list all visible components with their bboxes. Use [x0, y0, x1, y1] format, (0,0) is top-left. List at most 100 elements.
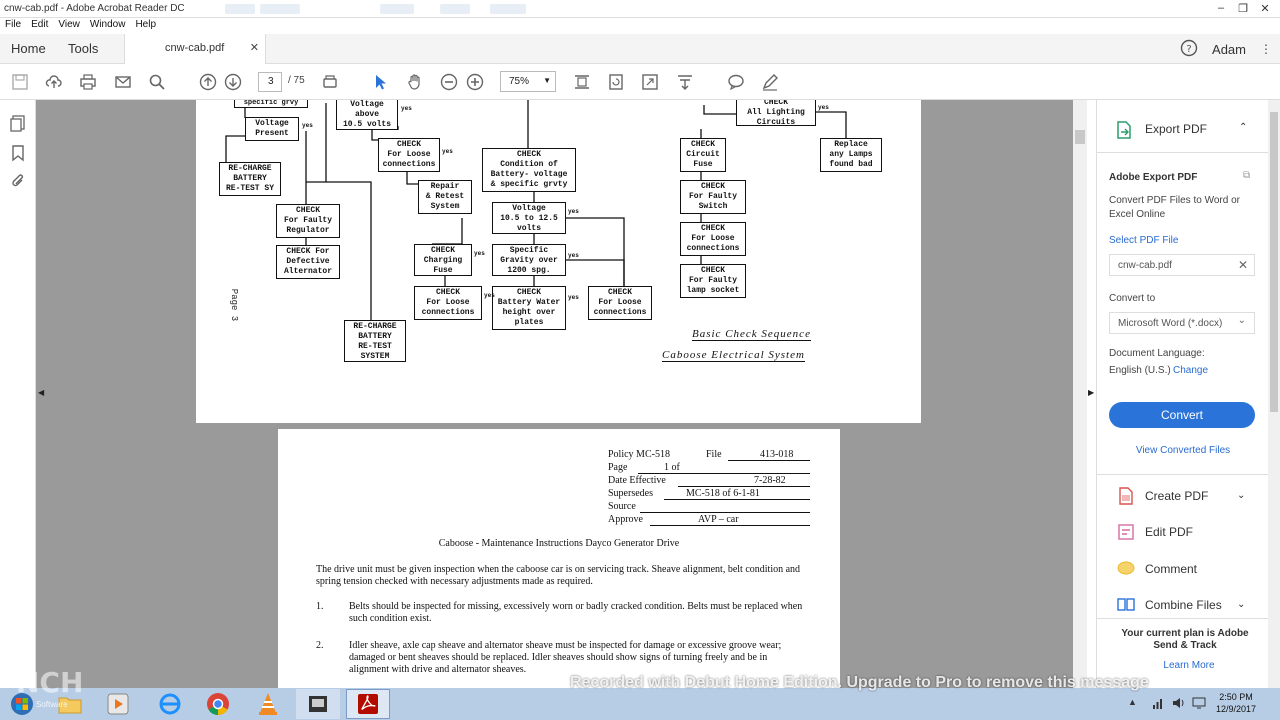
tab-tools[interactable]: Tools: [68, 41, 98, 56]
document-scrollbar[interactable]: [1073, 100, 1087, 688]
search-icon[interactable]: [147, 72, 167, 92]
system-clock[interactable]: 2:50 PM 12/9/2017: [1216, 691, 1256, 715]
clock-date: 12/9/2017: [1215, 704, 1256, 714]
policy-intro: The drive unit must be given inspection …: [316, 564, 801, 587]
flowchart-box: CHECK Battery Water height over plates: [492, 286, 566, 330]
convert-button[interactable]: Convert: [1109, 402, 1255, 428]
selected-file-field[interactable]: cnw-cab.pdf ✕: [1109, 254, 1255, 276]
restore-icon[interactable]: ❐: [1232, 0, 1254, 16]
convert-format-select[interactable]: Microsoft Word (*.docx) ⌄: [1109, 312, 1255, 334]
close-icon[interactable]: ✕: [1254, 0, 1276, 16]
next-page-icon[interactable]: [223, 72, 243, 92]
comment-icon[interactable]: [726, 72, 746, 92]
fit-page-icon[interactable]: [572, 72, 592, 92]
tab-home[interactable]: Home: [11, 41, 46, 56]
chevron-down-icon: ▼: [543, 76, 551, 85]
zoom-out-icon[interactable]: [439, 72, 459, 92]
convert-to-label: Convert to: [1109, 293, 1156, 304]
email-icon[interactable]: [113, 72, 133, 92]
zoom-select[interactable]: 75% ▼: [500, 71, 556, 92]
bookmark-icon[interactable]: [9, 144, 27, 162]
view-converted-files-link[interactable]: View Converted Files: [1097, 445, 1269, 456]
flowchart-box: Voltage Present: [245, 117, 299, 141]
tool-combine-files[interactable]: Combine Files: [1117, 595, 1222, 615]
display-icon[interactable]: [1192, 696, 1206, 713]
flowchart-heading: Basic Check Sequence: [692, 328, 811, 341]
change-language-link[interactable]: Change: [1173, 365, 1208, 376]
yes-label: yes: [568, 252, 579, 259]
tool-comment[interactable]: Comment: [1117, 559, 1197, 579]
page-number-input[interactable]: 3: [258, 72, 282, 92]
select-pdf-label[interactable]: Select PDF File: [1109, 235, 1178, 246]
scrollbar-thumb[interactable]: [1270, 112, 1278, 412]
page-thumbnails-icon[interactable]: [9, 114, 27, 132]
document-language-label: Document Language:: [1109, 348, 1205, 359]
menu-edit[interactable]: Edit: [26, 18, 53, 34]
flowchart-box: RE-CHARGE BATTERY RE-TEST SYSTEM: [344, 320, 406, 362]
rotate-icon[interactable]: [606, 72, 626, 92]
flowchart-box: CHECK Circuit Fuse: [680, 138, 726, 172]
close-tab-icon[interactable]: ✕: [250, 41, 259, 54]
chevron-down-icon[interactable]: ⌄: [1237, 490, 1245, 501]
flowchart-box: CHECK For Loose connections: [680, 222, 746, 256]
flowchart-subheading: Caboose Electrical System: [662, 349, 805, 362]
learn-more-link[interactable]: Learn More: [1097, 660, 1280, 671]
menu-help[interactable]: Help: [130, 18, 161, 34]
attachment-icon[interactable]: [9, 172, 27, 190]
volume-icon[interactable]: [1172, 696, 1186, 713]
flowchart-box: RE-CHARGE BATTERY RE-TEST SY: [219, 162, 281, 196]
help-icon[interactable]: ?: [1180, 39, 1198, 60]
export-pdf-icon: [1115, 120, 1133, 143]
acrobat-reader-icon[interactable]: [346, 689, 390, 719]
flowchart-box: Specific Gravity over 1200 spg.: [492, 244, 566, 276]
yes-label: yes: [401, 105, 412, 112]
select-arrow-icon[interactable]: [370, 72, 390, 92]
tool-edit-pdf[interactable]: Edit PDF: [1117, 522, 1193, 542]
flowchart-box: CHECK For Loose connections: [588, 286, 652, 320]
more-icon[interactable]: ⋮: [1260, 42, 1272, 56]
debut-recorder-icon[interactable]: [296, 689, 340, 719]
network-icon[interactable]: [1152, 696, 1166, 713]
collapse-left-panel-icon[interactable]: ◀: [38, 388, 44, 397]
convert-format-value: Microsoft Word (*.docx): [1118, 318, 1223, 329]
tab-document[interactable]: cnw-cab.pdf ✕: [124, 34, 266, 64]
item-text: Idler sheave, axle cap sheave and altern…: [349, 640, 782, 675]
upload-cloud-icon[interactable]: [44, 72, 64, 92]
media-player-icon[interactable]: [96, 689, 140, 719]
internet-explorer-icon[interactable]: [148, 689, 192, 719]
print-icon[interactable]: [78, 72, 98, 92]
document-viewport[interactable]: specific grvy Voltage Present RE-CHARGE BA…: [36, 100, 1073, 688]
menu-view[interactable]: View: [53, 18, 85, 34]
menu-bar: File Edit View Window Help: [0, 18, 1280, 34]
save-icon[interactable]: [10, 72, 30, 92]
full-screen-icon[interactable]: [640, 72, 660, 92]
hand-tool-icon[interactable]: [405, 72, 425, 92]
chevron-down-icon[interactable]: ⌄: [1237, 599, 1245, 610]
menu-window[interactable]: Window: [85, 18, 131, 34]
tray-chevron-icon[interactable]: ▲: [1128, 697, 1137, 707]
policy-file-value: 413-018: [760, 449, 794, 460]
chevron-up-icon[interactable]: ⌃: [1239, 122, 1247, 133]
user-name[interactable]: Adam: [1212, 42, 1246, 57]
tool-create-pdf[interactable]: Create PDF: [1117, 486, 1208, 506]
vlc-icon[interactable]: [246, 689, 290, 719]
document-language-value: English (U.S.): [1109, 365, 1171, 376]
copy-icon[interactable]: ⧉: [1243, 170, 1250, 181]
tab-bar: Home Tools cnw-cab.pdf ✕ ? Adam ⋮: [0, 34, 1280, 64]
clear-file-icon[interactable]: ✕: [1238, 258, 1248, 272]
collapse-right-panel-icon[interactable]: ▶: [1088, 388, 1094, 397]
sign-pen-icon[interactable]: [760, 72, 780, 92]
zoom-in-icon[interactable]: [465, 72, 485, 92]
minimize-icon[interactable]: –: [1210, 0, 1232, 16]
menu-file[interactable]: File: [0, 18, 26, 34]
scroll-mode-icon[interactable]: [675, 72, 695, 92]
right-panel-scrollbar[interactable]: [1268, 100, 1280, 688]
combine-files-icon: [1117, 596, 1135, 614]
right-tools-panel: Export PDF ⌃ Adobe Export PDF ⧉ Convert …: [1096, 100, 1269, 688]
previous-page-icon[interactable]: [198, 72, 218, 92]
policy-file-label: File: [706, 449, 722, 460]
read-mode-icon[interactable]: [320, 72, 340, 92]
scrollbar-thumb[interactable]: [1075, 130, 1085, 144]
chrome-icon[interactable]: [196, 689, 240, 719]
export-pdf-header[interactable]: Export PDF: [1145, 122, 1207, 136]
